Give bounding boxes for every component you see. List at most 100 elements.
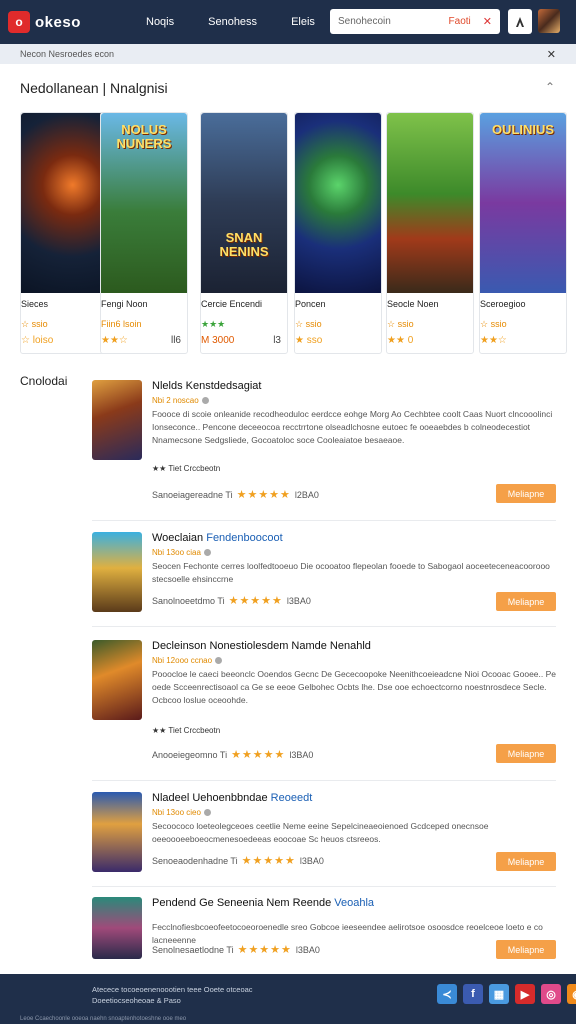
- game-thumbnail: [92, 380, 142, 460]
- card-price: ★★★: [201, 319, 226, 329]
- card-price-secondary: ☆ loiso: [21, 335, 54, 346]
- status-dot-icon: [203, 549, 211, 556]
- card-name: Cercie Encendi: [201, 299, 263, 309]
- star-rating: ★★★★★: [237, 944, 292, 956]
- item-description: Secoococo loeteolegceoes ceetlie Neme ee…: [152, 821, 489, 844]
- list-item[interactable]: Pendend Ge Seneenia Nem Reende Veoahla F…: [92, 897, 556, 961]
- list-item[interactable]: Decleinson Nonestiolesdem Namde Nenahld …: [92, 640, 556, 766]
- game-thumbnail: [92, 792, 142, 872]
- chevron-up-icon[interactable]: ⌃: [545, 80, 555, 94]
- logo[interactable]: o okeso: [8, 11, 118, 33]
- nav-item-2[interactable]: Senohess: [208, 16, 257, 28]
- card-rating: ★★☆: [480, 335, 507, 346]
- grid-icon[interactable]: ▦: [489, 984, 509, 1004]
- item-title[interactable]: Nladeel Uehoenbbndae Reoeedt: [152, 792, 312, 804]
- game-thumbnail: [92, 640, 142, 720]
- item-rating-row: Senolnesaetlodne Ti ★★★★★ l3BA0: [152, 944, 320, 956]
- game-card[interactable]: OULINIUS Sceroegioo ☆ ssio ★★☆: [479, 112, 567, 354]
- card-rating: M 3000: [201, 335, 235, 346]
- breadcrumb: Necon Nesroedes econ ✕: [0, 44, 576, 64]
- card-name: Seocle Noen: [387, 299, 439, 309]
- card-price: ☆ ssio: [387, 319, 414, 329]
- list-item[interactable]: Nladeel Uehoenbbndae Reoeedt Nbi 13oo ci…: [92, 792, 556, 876]
- youtube-icon[interactable]: ▶: [515, 984, 535, 1004]
- install-button[interactable]: Meliapne: [496, 484, 556, 503]
- footer-text: Atecece tocoeoenenoootien teee Ooete otc…: [92, 985, 253, 1005]
- card-rating-count: ll6: [170, 335, 181, 346]
- card-name: Fengi Noon: [101, 299, 148, 309]
- item-rating-row: Sanolnoeetdmo Ti ★★★★★ l3BA0: [152, 595, 311, 607]
- rss-icon[interactable]: ◉: [567, 984, 576, 1004]
- game-cover: [295, 113, 381, 293]
- cover-title: NOLUS NUNERS: [116, 122, 172, 151]
- card-price: ☆ ssio: [295, 319, 322, 329]
- item-meta: Nbi 13oo ciaa: [152, 548, 211, 557]
- item-rating-row: Anooeiegeomno Ti ★★★★★ l3BA0: [152, 749, 314, 761]
- star-rating: ★★★★★: [228, 595, 283, 607]
- game-cover: OULINIUS: [480, 113, 566, 293]
- user-icon[interactable]: [508, 9, 532, 34]
- install-button[interactable]: Meliapne: [496, 592, 556, 611]
- top-bar: o okeso Noqis Senohess Eleis Senohecoin …: [0, 0, 576, 44]
- card-price: ☆ ssio: [21, 319, 48, 329]
- game-card[interactable]: NOLUS NUNERS Fengi Noon Fiin6 lsoin ★★☆ …: [100, 112, 188, 354]
- item-description: Seocen Fechonte cerres loolfedtooeuo Die…: [152, 561, 550, 584]
- list-item[interactable]: Woeclaian Fendenboocoot Nbi 13oo ciaa Se…: [92, 532, 556, 616]
- game-cover: SNAN NENINS: [201, 113, 287, 293]
- logo-text: okeso: [35, 13, 81, 31]
- game-thumbnail: [92, 897, 142, 959]
- item-title[interactable]: Decleinson Nonestiolesdem Namde Nenahld: [152, 640, 371, 652]
- game-thumbnail: [92, 532, 142, 612]
- search-input[interactable]: Senohecoin Faoti ✕: [330, 9, 500, 34]
- item-meta: Nbi 12ooo ccnao: [152, 656, 223, 665]
- item-rating-row: Sanoeiagereadne Ti ★★★★★ l2BA0: [152, 489, 319, 501]
- facebook-icon[interactable]: f: [463, 984, 483, 1004]
- divider: [92, 626, 556, 627]
- status-dot-icon: [215, 657, 223, 664]
- avatar[interactable]: [538, 9, 560, 33]
- featured-title: Nedollanean | Nnalgnisi: [20, 80, 168, 96]
- item-tags: ★★ Tiet Crccbeotn: [152, 464, 221, 473]
- clear-search-icon[interactable]: ✕: [483, 15, 492, 28]
- status-dot-icon: [201, 397, 209, 404]
- footer-bottom-text: Leoe Ccaechoonle ooeoa naehn snoaptenhot…: [20, 1016, 187, 1022]
- card-name: Sceroegioo: [480, 299, 526, 309]
- card-name: Sieces: [21, 299, 49, 309]
- divider: [92, 780, 556, 781]
- game-card[interactable]: SNAN NENINS Cercie Encendi ★★★ M 3000 l3: [200, 112, 288, 354]
- nav-item-3[interactable]: Eleis: [291, 16, 315, 28]
- instagram-icon[interactable]: ◎: [541, 984, 561, 1004]
- cover-title: SNAN NENINS: [219, 230, 269, 259]
- item-title[interactable]: Nlelds Kenstdedsagiat: [152, 380, 261, 392]
- search-placeholder: Senohecoin: [338, 16, 391, 27]
- search-filter-tag[interactable]: Faoti: [449, 16, 471, 27]
- game-cover: [387, 113, 473, 293]
- item-title[interactable]: Woeclaian Fendenboocoot: [152, 532, 283, 544]
- breadcrumb-text: Necon Nesroedes econ: [20, 49, 115, 59]
- install-button[interactable]: Meliapne: [496, 940, 556, 959]
- item-tags: ★★ Tiet Crccbeotn: [152, 726, 221, 735]
- list-item[interactable]: Nlelds Kenstdedsagiat Nbi 2 noscao Foooc…: [92, 380, 556, 506]
- close-icon[interactable]: ✕: [547, 48, 556, 61]
- game-card[interactable]: Seocle Noen ☆ ssio ★★ 0: [386, 112, 474, 354]
- game-card[interactable]: Poncen ☆ ssio ★ sso: [294, 112, 382, 354]
- nav-item-1[interactable]: Noqis: [146, 16, 174, 28]
- card-rating: ★ sso: [295, 335, 323, 346]
- star-rating: ★★★★★: [231, 749, 286, 761]
- game-cover: NOLUS NUNERS: [101, 113, 187, 293]
- item-meta: Nbi 2 noscao: [152, 396, 209, 405]
- logo-icon: o: [8, 11, 30, 33]
- game-card[interactable]: Sieces ☆ ssio ☆ loiso: [20, 112, 108, 354]
- item-description: Foooce di scoie onleanide recodheoduloc …: [152, 409, 553, 445]
- item-description: Pooocloe le caeci beeonclc Ooendos Gecnc…: [152, 669, 557, 705]
- item-title[interactable]: Pendend Ge Seneenia Nem Reende Veoahla: [152, 897, 374, 909]
- social-links: ≺ f ▦ ▶ ◎ ◉: [437, 984, 576, 1004]
- install-button[interactable]: Meliapne: [496, 852, 556, 871]
- card-rating: ★★ 0: [387, 335, 414, 346]
- main-nav: Noqis Senohess Eleis: [146, 16, 315, 28]
- card-price: ☆ ssio: [480, 319, 507, 329]
- star-rating: ★★★★★: [236, 489, 291, 501]
- share-icon[interactable]: ≺: [437, 984, 457, 1004]
- install-button[interactable]: Meliapne: [496, 744, 556, 763]
- star-rating: ★★★★★: [241, 855, 296, 867]
